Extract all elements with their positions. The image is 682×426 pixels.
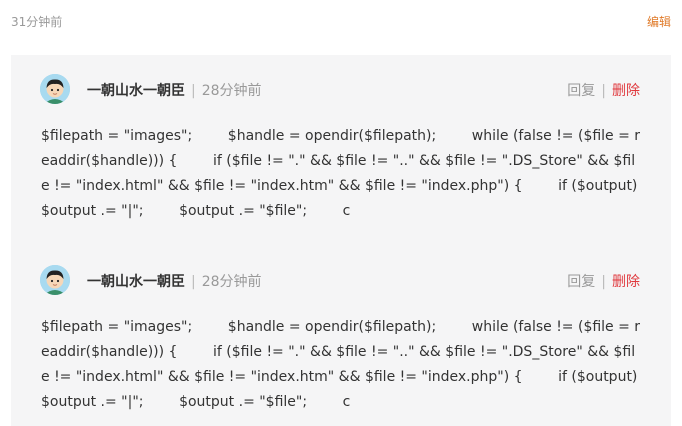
author-name[interactable]: 一朝山水一朝臣 — [87, 83, 185, 99]
delete-button[interactable]: 删除 — [612, 83, 640, 99]
reply-time: 28分钟前 — [201, 83, 262, 99]
action-separator: | — [601, 83, 606, 99]
user-avatar-icon — [40, 74, 70, 104]
edit-link[interactable]: 编辑 — [647, 13, 671, 30]
user-avatar-icon — [40, 265, 70, 295]
reply-button[interactable]: 回复 — [567, 83, 595, 99]
action-separator: | — [601, 274, 606, 290]
author-name[interactable]: 一朝山水一朝臣 — [87, 274, 185, 290]
reply-button[interactable]: 回复 — [567, 274, 595, 290]
reply-list: 一朝山水一朝臣 | 28分钟前 回复 | 删除 $filepath = "images"… — [11, 55, 671, 426]
reply-actions: 回复 | 删除 — [567, 271, 640, 291]
reply-meta: 一朝山水一朝臣 | 28分钟前 — [87, 271, 262, 291]
avatar[interactable] — [40, 265, 70, 295]
meta-separator: | — [191, 83, 196, 99]
comment-header: 31分钟前 编辑 — [0, 0, 682, 40]
avatar[interactable] — [40, 74, 70, 104]
delete-button[interactable]: 删除 — [612, 274, 640, 290]
reply-content: $filepath = "images"; $handle = opendir(… — [41, 128, 642, 219]
reply-meta: 一朝山水一朝臣 | 28分钟前 — [87, 80, 262, 100]
reply-actions: 回复 | 删除 — [567, 80, 640, 100]
meta-separator: | — [191, 274, 196, 290]
reply-time: 28分钟前 — [201, 274, 262, 290]
comment-time: 31分钟前 — [11, 15, 63, 29]
reply-content: $filepath = "images"; $handle = opendir(… — [41, 319, 642, 410]
